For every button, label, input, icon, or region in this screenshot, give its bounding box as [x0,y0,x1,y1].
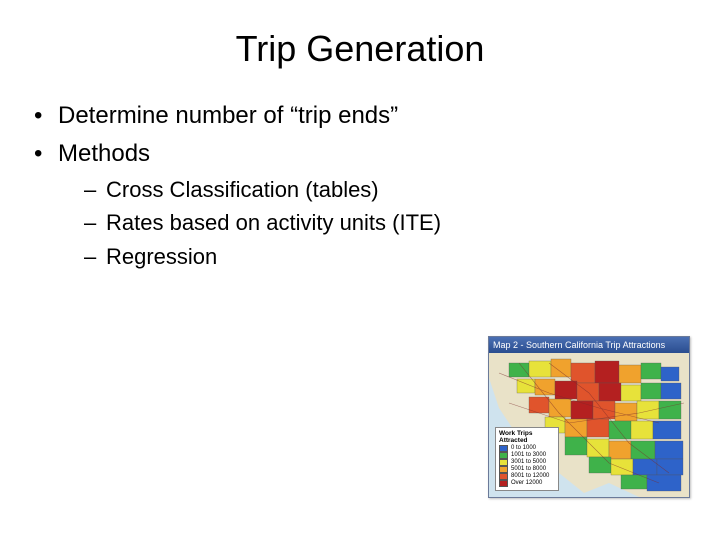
legend-swatch [499,459,508,466]
legend-label: 8001 to 12000 [511,473,549,480]
slide-content: Determine number of “trip ends” Methods … [0,90,720,272]
legend-row: 5001 to 8000 [499,466,555,473]
bullet-text: Methods [58,140,150,167]
legend-swatch [499,480,508,487]
slide: Trip Generation Determine number of “tri… [0,0,720,540]
sub-bullet-text: Regression [106,244,217,269]
sub-bullet-item: Regression [84,242,690,272]
legend-swatch [499,445,508,452]
legend-label: 5001 to 8000 [511,466,546,473]
legend-row: 3001 to 5000 [499,459,555,466]
sub-bullet-text: Rates based on activity units (ITE) [106,210,441,235]
map-thumbnail: Map 2 - Southern California Trip Attract… [488,336,690,498]
legend-label: 1001 to 3000 [511,452,546,459]
bullet-text: Determine number of “trip ends” [58,102,398,129]
sub-bullet-item: Cross Classification (tables) [84,175,690,205]
legend-swatch [499,473,508,480]
map-legend: Work Trips Attracted 0 to 1000 1001 to 3… [495,427,559,491]
legend-row: Over 12000 [499,480,555,487]
legend-row: 0 to 1000 [499,445,555,452]
map-body: Work Trips Attracted 0 to 1000 1001 to 3… [489,353,689,497]
sub-bullet-item: Rates based on activity units (ITE) [84,208,690,238]
legend-label: 0 to 1000 [511,445,536,452]
bullet-item: Methods Cross Classification (tables) Ra… [30,138,690,271]
map-legend-title: Work Trips Attracted [499,430,555,444]
sub-bullet-list: Cross Classification (tables) Rates base… [58,175,690,272]
legend-swatch [499,466,508,473]
slide-title: Trip Generation [0,0,720,90]
bullet-item: Determine number of “trip ends” [30,100,690,132]
legend-label: Over 12000 [511,480,542,487]
map-window-titlebar: Map 2 - Southern California Trip Attract… [489,337,689,353]
legend-row: 1001 to 3000 [499,452,555,459]
legend-label: 3001 to 5000 [511,459,546,466]
bullet-list: Determine number of “trip ends” Methods … [30,100,690,272]
sub-bullet-text: Cross Classification (tables) [106,177,379,202]
legend-swatch [499,452,508,459]
legend-row: 8001 to 12000 [499,473,555,480]
